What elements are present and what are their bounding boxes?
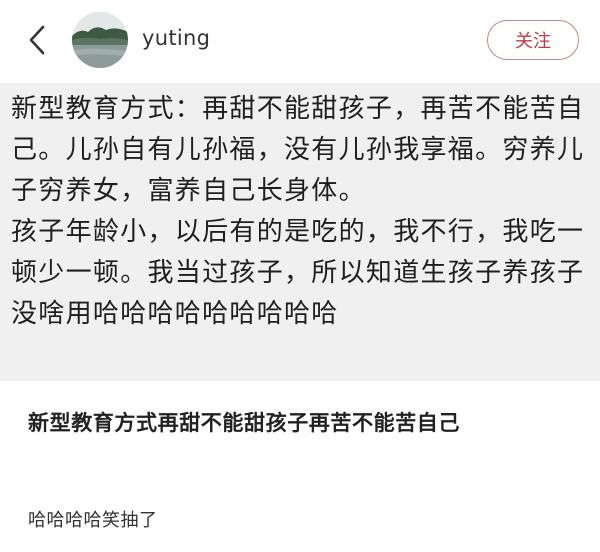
post-body: 哈哈哈哈笑抽了 <box>28 510 158 531</box>
avatar[interactable] <box>72 12 128 68</box>
chevron-left-icon <box>29 25 45 55</box>
follow-button[interactable]: 关注 <box>487 20 579 60</box>
username[interactable]: yuting <box>142 26 210 50</box>
top-bar: yuting 关注 <box>0 0 600 82</box>
quoted-text-image: 新型教育方式：再甜不能甜孩子，再苦不能苦自己。儿孙自有儿孙福，没有儿孙我享福。穷… <box>0 83 600 381</box>
quote-paragraph-1: 新型教育方式：再甜不能甜孩子，再苦不能苦自己。儿孙自有儿孙福，没有儿孙我享福。穷… <box>11 94 585 206</box>
avatar-landscape-icon <box>72 12 128 68</box>
back-button[interactable] <box>22 22 52 58</box>
post-title: 新型教育方式再甜不能甜孩子再苦不能苦自己 <box>28 411 460 435</box>
quote-paragraph-2: 孩子年龄小，以后有的是吃的，我不行，我吃一顿少一顿。我当过孩子，所以知道生孩子养… <box>11 217 585 329</box>
